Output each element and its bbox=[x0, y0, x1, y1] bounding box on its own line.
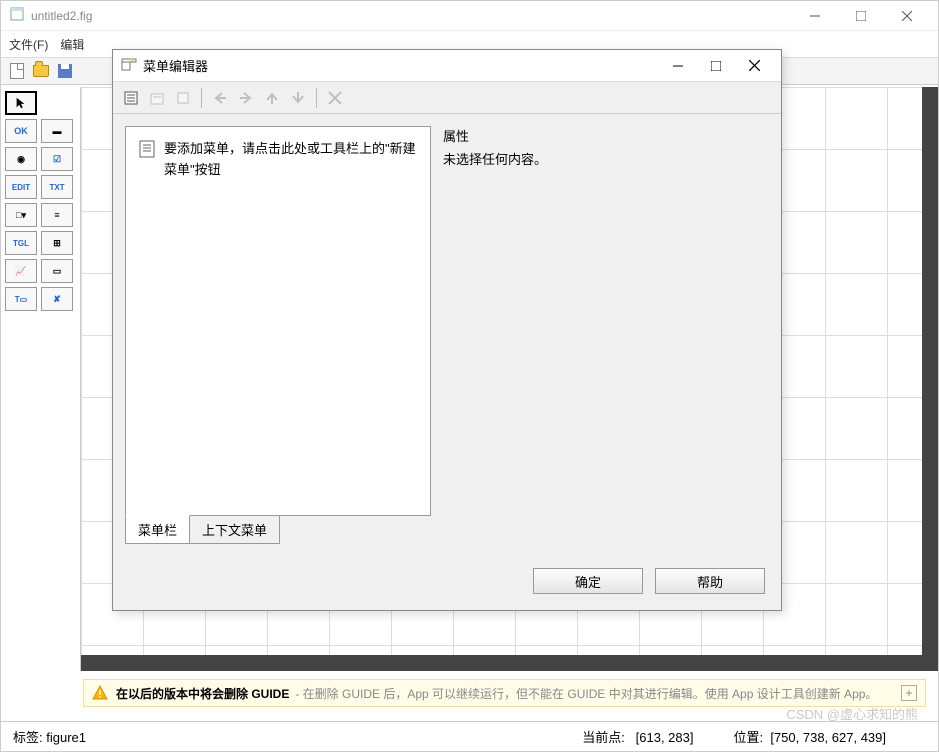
vertical-scrollbar[interactable] bbox=[922, 87, 938, 671]
close-button[interactable] bbox=[884, 1, 930, 31]
dialog-tabs: 菜单栏 上下文菜单 bbox=[125, 515, 431, 544]
dialog-button-row: 确定 帮助 bbox=[113, 556, 781, 610]
toolbar-separator bbox=[316, 88, 317, 108]
empty-hint-text: 要添加菜单，请点击此处或工具栏上的"新建菜单"按钮 bbox=[164, 139, 418, 503]
toolbar-separator bbox=[201, 88, 202, 108]
checkbox-tool[interactable]: ☑ bbox=[41, 147, 73, 171]
properties-empty-text: 未选择任何内容。 bbox=[443, 149, 769, 168]
radiobutton-tool[interactable]: ◉ bbox=[5, 147, 37, 171]
move-right-button[interactable] bbox=[234, 86, 258, 110]
component-palette: OK ▬ ◉ ☑ EDIT TXT □▾ ≡ TGL ⊞ 📈 ▭ T▭ ✘ bbox=[1, 87, 81, 671]
window-title: untitled2.fig bbox=[31, 9, 792, 23]
new-menuitem-button[interactable] bbox=[145, 86, 169, 110]
delete-button[interactable] bbox=[323, 86, 347, 110]
dialog-maximize-button[interactable] bbox=[697, 52, 735, 80]
new-file-button[interactable] bbox=[7, 61, 27, 81]
dialog-minimize-button[interactable] bbox=[659, 52, 697, 80]
move-down-button[interactable] bbox=[286, 86, 310, 110]
warning-icon bbox=[92, 685, 108, 701]
ok-button[interactable]: 确定 bbox=[533, 568, 643, 594]
menu-tree-panel[interactable]: 要添加菜单，请点击此处或工具栏上的"新建菜单"按钮 bbox=[125, 126, 431, 516]
new-contextmenu-button[interactable] bbox=[171, 86, 195, 110]
app-icon bbox=[9, 6, 25, 25]
dialog-close-button[interactable] bbox=[735, 52, 773, 80]
dialog-titlebar[interactable]: 菜单编辑器 bbox=[113, 50, 781, 82]
tab-context-menu[interactable]: 上下文菜单 bbox=[189, 515, 280, 544]
document-icon bbox=[138, 139, 156, 503]
axes-tool[interactable]: 📈 bbox=[5, 259, 37, 283]
status-current-point: 当前点: [613, 283] bbox=[582, 727, 693, 746]
pushbutton-tool[interactable]: OK bbox=[5, 119, 37, 143]
table-tool[interactable]: ⊞ bbox=[41, 231, 73, 255]
new-menu-button[interactable] bbox=[119, 86, 143, 110]
select-tool[interactable] bbox=[5, 91, 37, 115]
properties-heading: 属性 bbox=[443, 126, 769, 145]
minimize-button[interactable] bbox=[792, 1, 838, 31]
popupmenu-tool[interactable]: □▾ bbox=[5, 203, 37, 227]
menu-edit[interactable]: 编辑 bbox=[60, 36, 84, 53]
buttongroup-tool[interactable]: T▭ bbox=[5, 287, 37, 311]
expand-warning-button[interactable]: + bbox=[901, 685, 917, 701]
status-position: 位置: [750, 738, 627, 439] bbox=[733, 727, 886, 746]
menu-editor-dialog: 菜单编辑器 要添加菜单，请点击此处或工具栏上的"新建菜单"按钮 bbox=[112, 49, 782, 611]
statictext-tool[interactable]: TXT bbox=[41, 175, 73, 199]
togglebutton-tool[interactable]: TGL bbox=[5, 231, 37, 255]
slider-tool[interactable]: ▬ bbox=[41, 119, 73, 143]
save-file-button[interactable] bbox=[55, 61, 75, 81]
deprecation-warning-bar: 在以后的版本中将会删除 GUIDE - 在删除 GUIDE 后，App 可以继续… bbox=[83, 679, 926, 707]
move-up-button[interactable] bbox=[260, 86, 284, 110]
maximize-button[interactable] bbox=[838, 1, 884, 31]
dialog-title: 菜单编辑器 bbox=[143, 56, 208, 75]
help-button[interactable]: 帮助 bbox=[655, 568, 765, 594]
dialog-properties-pane: 属性 未选择任何内容。 bbox=[443, 126, 769, 544]
dialog-toolbar bbox=[113, 82, 781, 114]
menu-file[interactable]: 文件(F) bbox=[9, 36, 48, 53]
dialog-body: 要添加菜单，请点击此处或工具栏上的"新建菜单"按钮 菜单栏 上下文菜单 属性 未… bbox=[113, 114, 781, 556]
tab-menubar[interactable]: 菜单栏 bbox=[125, 515, 190, 544]
horizontal-scrollbar[interactable] bbox=[81, 655, 922, 671]
dialog-icon bbox=[121, 56, 137, 75]
warning-title: 在以后的版本中将会删除 GUIDE bbox=[116, 685, 289, 702]
panel-tool[interactable]: ▭ bbox=[41, 259, 73, 283]
move-left-button[interactable] bbox=[208, 86, 232, 110]
dialog-left-pane: 要添加菜单，请点击此处或工具栏上的"新建菜单"按钮 菜单栏 上下文菜单 bbox=[125, 126, 431, 544]
activex-tool[interactable]: ✘ bbox=[41, 287, 73, 311]
statusbar: 标签: figure1 当前点: [613, 283] 位置: [750, 73… bbox=[1, 721, 938, 751]
edittext-tool[interactable]: EDIT bbox=[5, 175, 37, 199]
warning-detail: - 在删除 GUIDE 后，App 可以继续运行，但不能在 GUIDE 中对其进… bbox=[295, 685, 877, 702]
open-file-button[interactable] bbox=[31, 61, 51, 81]
main-titlebar: untitled2.fig bbox=[1, 1, 938, 31]
listbox-tool[interactable]: ≡ bbox=[41, 203, 73, 227]
status-tag: 标签: figure1 bbox=[13, 727, 86, 746]
